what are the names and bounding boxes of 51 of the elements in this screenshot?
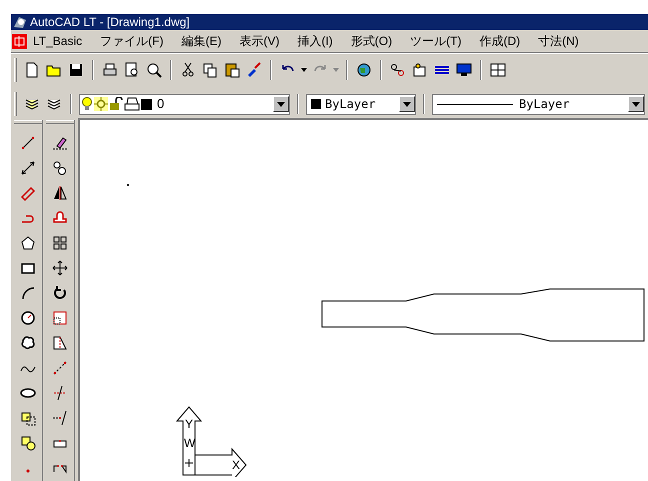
plus-icon <box>185 459 193 467</box>
unlocked-padlock-icon <box>109 97 123 111</box>
x-axis-label: X <box>232 459 240 471</box>
copy-icon[interactable] <box>201 61 219 79</box>
menu-item[interactable]: 編集(E) <box>181 32 222 50</box>
menu-item[interactable]: ツール(T) <box>410 32 462 50</box>
color-swatch <box>141 98 152 110</box>
caret-icon[interactable] <box>301 68 307 72</box>
menu-item[interactable]: 表示(V) <box>239 32 280 50</box>
extend-icon[interactable] <box>50 409 68 427</box>
grid-table-icon[interactable] <box>489 61 507 79</box>
layer-name: 0 <box>157 95 166 114</box>
double-arrow-line-icon[interactable] <box>18 159 36 177</box>
caret-icon <box>632 102 640 106</box>
color-dropdown[interactable]: ByLayer <box>306 94 416 114</box>
dropdown-button[interactable] <box>399 96 415 112</box>
lightbulb-icon <box>81 96 93 112</box>
printer-icon <box>124 97 140 111</box>
dropdown-button[interactable] <box>628 96 644 112</box>
rectangle-tilted-icon[interactable] <box>18 184 36 202</box>
cloud-icon[interactable] <box>18 334 36 352</box>
app-logo-icon <box>13 16 27 28</box>
array-icon[interactable] <box>50 234 68 252</box>
circle-icon[interactable] <box>18 309 36 327</box>
move-icon[interactable] <box>50 259 68 277</box>
magnifier-icon[interactable] <box>145 61 163 79</box>
save-icon[interactable] <box>67 61 85 79</box>
window-title: AutoCAD LT - [Drawing1.dwg] <box>30 16 190 28</box>
linetype-dropdown[interactable]: ByLayer <box>432 94 645 114</box>
menu-item[interactable]: 作成(D) <box>479 32 520 50</box>
monitor-icon[interactable] <box>455 61 473 79</box>
y-axis-label: Y <box>185 418 194 430</box>
point-mark <box>127 184 129 186</box>
caret-icon <box>403 102 411 106</box>
menu-item[interactable]: 挿入(I) <box>297 32 333 50</box>
polygon-icon[interactable] <box>18 234 36 252</box>
layer-dropdown[interactable]: 0 <box>79 94 290 114</box>
sun-icon <box>94 97 108 111</box>
dropdown-button[interactable] <box>273 96 289 112</box>
menu-item[interactable]: 形式(O) <box>350 32 392 50</box>
drawing-canvas[interactable]: Y W X <box>78 118 648 481</box>
linetype-value: ByLayer <box>519 96 571 113</box>
caret-icon <box>277 102 285 106</box>
paste-icon[interactable] <box>223 61 241 79</box>
globe-icon[interactable] <box>355 61 373 79</box>
color-swatch <box>311 99 321 109</box>
menu-item[interactable]: 寸法(N) <box>538 32 579 50</box>
menu-item[interactable]: LT_Basic <box>33 32 82 50</box>
menu-item[interactable]: ファイル(F) <box>100 32 164 50</box>
color-value: ByLayer <box>325 96 377 113</box>
world-label: W <box>184 437 196 449</box>
